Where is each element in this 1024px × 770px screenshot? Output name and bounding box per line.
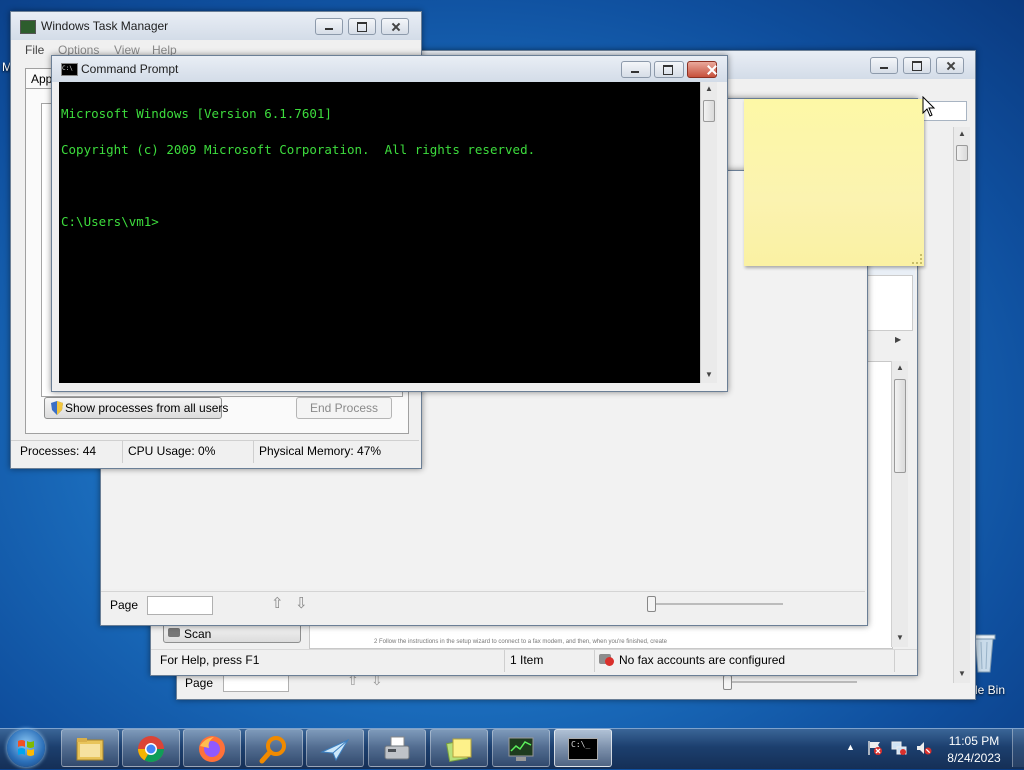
page-number-input[interactable]	[147, 596, 213, 615]
fax-status-bar: For Help, press F1 1 Item No fax account…	[151, 649, 917, 672]
task-manager-close-button[interactable]	[381, 18, 409, 35]
scanner-icon	[168, 628, 180, 637]
show-desktop-button[interactable]	[1012, 729, 1024, 767]
sticky-note[interactable]	[744, 99, 924, 266]
taskbar-chrome[interactable]	[122, 729, 180, 767]
start-button[interactable]	[7, 729, 45, 767]
task-manager-status-bar: Processes: 44 CPU Usage: 0% Physical Mem…	[11, 440, 419, 463]
task-manager-title: Windows Task Manager	[41, 19, 169, 33]
status-cpu-usage: CPU Usage: 0%	[123, 441, 254, 463]
status-process-count: Processes: 44	[15, 441, 123, 463]
document-scroll-down[interactable]: ▼	[896, 633, 904, 642]
task-manager-minimize-button[interactable]	[315, 18, 343, 35]
end-process-button[interactable]: End Process	[296, 397, 392, 419]
console-prompt-line: C:\Users\vm1>	[61, 214, 159, 229]
taskbar-firefox[interactable]	[183, 729, 241, 767]
recycle-bin-label: le Bin	[975, 683, 1006, 697]
folder-icon	[76, 738, 104, 761]
clock-date: 8/24/2023	[947, 751, 1001, 765]
close-button[interactable]	[936, 57, 964, 74]
action-center-flag-icon[interactable]	[867, 740, 883, 756]
vertical-scrollbar[interactable]: ▲ ▼	[953, 127, 970, 683]
scan-nav-button[interactable]: Scan	[163, 623, 301, 643]
magnifier-icon	[259, 736, 286, 764]
zoom-slider-track[interactable]	[651, 603, 783, 605]
show-hidden-icons-arrow[interactable]: ▲	[846, 742, 855, 752]
show-all-processes-button[interactable]: Show processes from all users	[44, 397, 228, 419]
status-accounts: No fax accounts are configured	[595, 650, 895, 672]
network-icon[interactable]	[891, 740, 907, 756]
chrome-icon	[138, 736, 164, 762]
taskbar-task-manager[interactable]	[492, 729, 550, 767]
page-number-input[interactable]	[223, 674, 289, 692]
command-prompt-minimize-button[interactable]	[621, 61, 651, 78]
console-scroll-up[interactable]: ▲	[705, 84, 713, 93]
fax-machine-icon	[384, 736, 410, 760]
uac-shield-icon	[51, 401, 63, 415]
mouse-cursor-icon	[922, 95, 936, 118]
paper-plane-icon	[320, 738, 350, 762]
maximize-button[interactable]	[903, 57, 931, 74]
status-physical-memory: Physical Memory: 47%	[259, 444, 382, 458]
taskbar-command-prompt[interactable]: C:\_	[554, 729, 612, 767]
previous-page-arrow-icon[interactable]: ⇧	[271, 594, 284, 612]
document-scroll-thumb[interactable]	[894, 379, 906, 473]
status-item-count: 1 Item	[505, 650, 595, 672]
console-scroll-down[interactable]: ▼	[705, 370, 713, 379]
taskbar-search-app[interactable]	[245, 729, 303, 767]
clock[interactable]: 11:05 PM 8/24/2023	[940, 733, 1008, 767]
console-line: Microsoft Windows [Version 6.1.7601]	[61, 106, 332, 121]
document-snippet-text: 2 Follow the instructions in the setup w…	[374, 639, 667, 645]
status-accounts-text: No fax accounts are configured	[619, 653, 786, 667]
next-page-arrow-icon[interactable]: ⇩	[295, 594, 308, 612]
page-label: Page	[110, 598, 139, 612]
page-label: Page	[185, 676, 214, 690]
scroll-thumb[interactable]	[956, 145, 968, 161]
command-prompt-icon: C:\	[61, 63, 78, 76]
document-scroll-up[interactable]: ▲	[896, 363, 904, 372]
menu-file[interactable]: File	[25, 43, 44, 57]
task-manager-icon	[20, 20, 36, 34]
task-manager-icon	[508, 737, 534, 761]
command-prompt-icon: C:\_	[568, 738, 598, 760]
taskbar-file-explorer[interactable]	[61, 729, 119, 767]
scroll-right-arrow[interactable]: ▶	[895, 335, 901, 344]
tab-applications-label: App	[31, 72, 53, 86]
task-manager-maximize-button[interactable]	[348, 18, 376, 35]
command-prompt-title: Command Prompt	[81, 62, 179, 76]
show-all-processes-label: Show processes from all users	[65, 401, 229, 415]
taskbar-sticky-notes[interactable]	[430, 729, 488, 767]
windows-logo-icon	[18, 740, 34, 756]
taskbar-paper-plane-app[interactable]	[306, 729, 364, 767]
no-entry-icon	[605, 657, 614, 666]
command-prompt-window[interactable]: C:\ Command Prompt Microsoft Windows [Ve…	[51, 55, 728, 392]
command-prompt-maximize-button[interactable]	[654, 61, 684, 78]
clock-time: 11:05 PM	[948, 734, 1000, 748]
sticky-note-resize-grip[interactable]	[912, 254, 922, 264]
scan-label: Scan	[184, 627, 212, 641]
zoom-slider-thumb[interactable]	[647, 596, 656, 612]
fax-panel-white	[867, 275, 913, 331]
taskbar-fax-and-scan[interactable]	[368, 729, 426, 767]
command-prompt-close-button[interactable]	[687, 61, 717, 78]
minimize-button[interactable]	[870, 57, 898, 74]
zoom-slider-thumb[interactable]	[723, 675, 732, 690]
zoom-slider-track[interactable]	[727, 681, 857, 683]
volume-muted-icon[interactable]	[916, 740, 932, 756]
viewer-bottom-toolbar: Page ⇧ ⇩	[101, 591, 865, 622]
status-help: For Help, press F1	[155, 650, 505, 672]
console-scroll-thumb[interactable]	[703, 100, 715, 122]
console-scrollbar[interactable]: ▲ ▼	[700, 82, 717, 383]
scroll-up-arrow[interactable]: ▲	[958, 129, 966, 138]
document-scrollbar[interactable]: ▲ ▼	[891, 361, 908, 647]
firefox-icon	[199, 736, 225, 762]
sticky-notes-icon	[445, 738, 472, 763]
console-output[interactable]: Microsoft Windows [Version 6.1.7601] Cop…	[59, 82, 700, 383]
scroll-down-arrow[interactable]: ▼	[958, 669, 966, 678]
console-line: Copyright (c) 2009 Microsoft Corporation…	[61, 142, 536, 157]
